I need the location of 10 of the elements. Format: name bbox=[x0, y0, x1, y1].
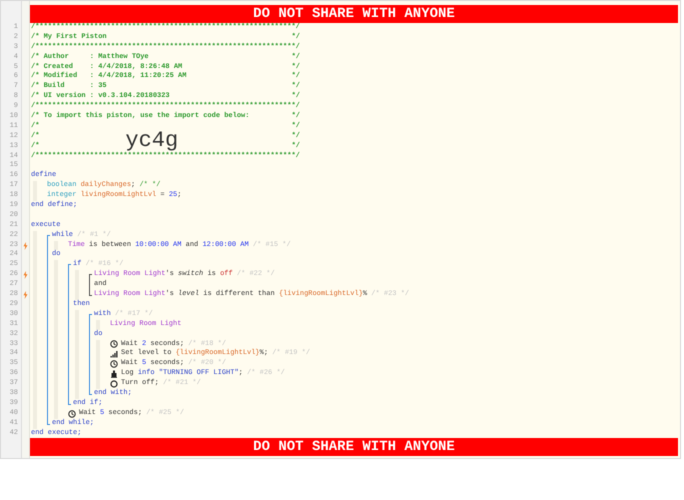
clock-icon bbox=[68, 410, 76, 418]
import-code: yc4g bbox=[125, 130, 178, 152]
warning-banner: DO NOT SHARE WITH ANYONE bbox=[30, 5, 678, 23]
document-stamp-icon bbox=[110, 370, 118, 378]
block-bracket bbox=[89, 274, 92, 296]
power-icon bbox=[110, 380, 118, 388]
signal-bars-icon bbox=[110, 350, 118, 358]
warning-banner: DO NOT SHARE WITH ANYONE bbox=[30, 438, 678, 456]
clock-icon bbox=[110, 360, 118, 368]
clock-icon bbox=[110, 340, 118, 348]
